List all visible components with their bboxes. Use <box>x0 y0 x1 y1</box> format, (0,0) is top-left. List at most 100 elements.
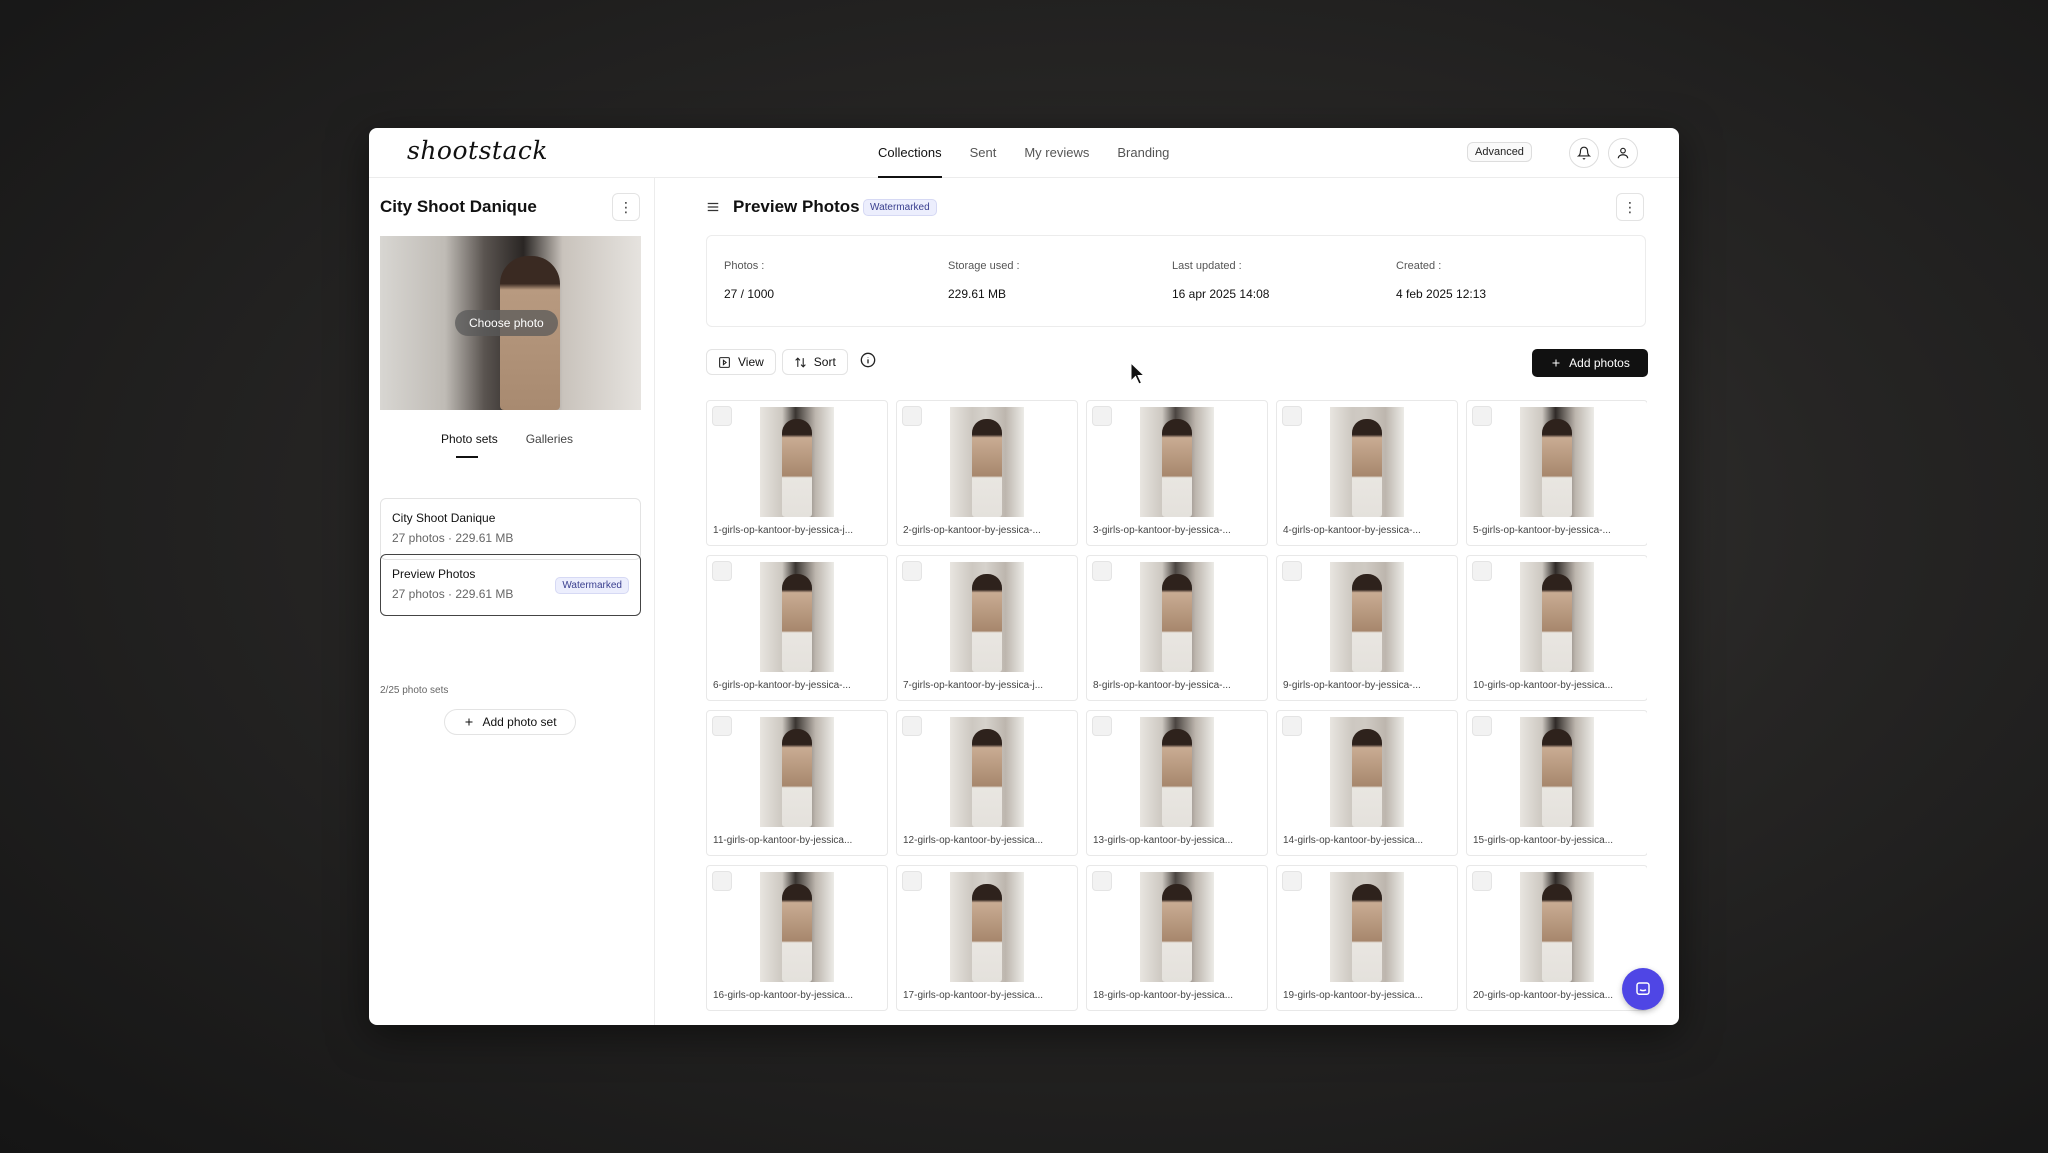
photo-set-item[interactable]: City Shoot Danique 27 photos · 229.61 MB <box>380 498 641 560</box>
photo-tile[interactable]: 7-girls-op-kantoor-by-jessica-j... <box>896 555 1078 701</box>
select-checkbox[interactable] <box>1282 406 1302 426</box>
photo-tile[interactable]: 15-girls-op-kantoor-by-jessica... <box>1466 710 1647 856</box>
logo[interactable]: shootstack <box>407 136 548 165</box>
select-checkbox[interactable] <box>712 871 732 891</box>
photo-tile[interactable]: 16-girls-op-kantoor-by-jessica... <box>706 865 888 1011</box>
plan-badge[interactable]: Advanced <box>1467 142 1532 162</box>
mouse-cursor-icon <box>1130 362 1146 385</box>
photo-thumbnail[interactable] <box>1140 872 1214 982</box>
nav-collections[interactable]: Collections <box>878 128 942 178</box>
select-checkbox[interactable] <box>1092 406 1112 426</box>
photo-tile[interactable]: 11-girls-op-kantoor-by-jessica... <box>706 710 888 856</box>
choose-photo-button[interactable]: Choose photo <box>455 310 558 336</box>
photo-tile[interactable]: 6-girls-op-kantoor-by-jessica-... <box>706 555 888 701</box>
photo-thumbnail[interactable] <box>760 562 834 672</box>
photo-thumbnail[interactable] <box>760 717 834 827</box>
photo-thumbnail[interactable] <box>950 717 1024 827</box>
select-checkbox[interactable] <box>902 871 922 891</box>
photo-thumbnail[interactable] <box>1330 562 1404 672</box>
select-checkbox[interactable] <box>1092 561 1112 581</box>
select-checkbox[interactable] <box>1282 871 1302 891</box>
photo-tile[interactable]: 4-girls-op-kantoor-by-jessica-... <box>1276 400 1458 546</box>
select-checkbox[interactable] <box>1092 716 1112 736</box>
photo-subject <box>782 884 812 982</box>
select-checkbox[interactable] <box>1472 406 1492 426</box>
photo-subject <box>782 419 812 517</box>
photo-tile[interactable]: 13-girls-op-kantoor-by-jessica... <box>1086 710 1268 856</box>
photo-tile[interactable]: 17-girls-op-kantoor-by-jessica... <box>896 865 1078 1011</box>
view-button[interactable]: View <box>706 349 776 375</box>
photo-thumbnail[interactable] <box>1520 717 1594 827</box>
photo-tile[interactable]: 2-girls-op-kantoor-by-jessica-... <box>896 400 1078 546</box>
photo-subject <box>1162 574 1192 672</box>
select-checkbox[interactable] <box>1092 871 1112 891</box>
photo-set-item-active[interactable]: Preview Photos 27 photos · 229.61 MB Wat… <box>380 554 641 616</box>
select-checkbox[interactable] <box>902 561 922 581</box>
photo-thumbnail[interactable] <box>760 872 834 982</box>
photo-tile[interactable]: 10-girls-op-kantoor-by-jessica... <box>1466 555 1647 701</box>
photo-tile[interactable]: 8-girls-op-kantoor-by-jessica-... <box>1086 555 1268 701</box>
nav-sent[interactable]: Sent <box>970 128 997 178</box>
photo-thumbnail[interactable] <box>950 872 1024 982</box>
info-button[interactable] <box>860 352 876 373</box>
photo-thumbnail[interactable] <box>950 562 1024 672</box>
notifications-button[interactable] <box>1569 138 1599 168</box>
photo-filename: 16-girls-op-kantoor-by-jessica... <box>713 990 854 1001</box>
photo-filename: 9-girls-op-kantoor-by-jessica-... <box>1283 680 1421 691</box>
photo-tile[interactable]: 1-girls-op-kantoor-by-jessica-j... <box>706 400 888 546</box>
stat-photos: Photos : 27 / 1000 <box>724 260 774 301</box>
photo-tile[interactable]: 19-girls-op-kantoor-by-jessica... <box>1276 865 1458 1011</box>
tab-galleries[interactable]: Galleries <box>526 432 573 458</box>
watermarked-badge: Watermarked <box>555 577 629 594</box>
select-checkbox[interactable] <box>1472 871 1492 891</box>
select-checkbox[interactable] <box>902 406 922 426</box>
select-checkbox[interactable] <box>712 561 732 581</box>
photo-thumbnail[interactable] <box>1330 407 1404 517</box>
photo-tile[interactable]: 9-girls-op-kantoor-by-jessica-... <box>1276 555 1458 701</box>
photo-thumbnail[interactable] <box>1330 872 1404 982</box>
select-checkbox[interactable] <box>902 716 922 736</box>
photo-set-menu-button[interactable]: ⋮ <box>1616 193 1644 221</box>
photo-thumbnail[interactable] <box>1330 717 1404 827</box>
photo-thumbnail[interactable] <box>950 407 1024 517</box>
photo-tile[interactable]: 14-girls-op-kantoor-by-jessica... <box>1276 710 1458 856</box>
select-checkbox[interactable] <box>1472 716 1492 736</box>
nav-my-reviews[interactable]: My reviews <box>1024 128 1089 178</box>
account-button[interactable] <box>1608 138 1638 168</box>
photo-filename: 12-girls-op-kantoor-by-jessica... <box>903 835 1044 846</box>
stats-panel: Photos : 27 / 1000 Storage used : 229.61… <box>706 235 1646 327</box>
photo-thumbnail[interactable] <box>1520 407 1594 517</box>
menu-icon <box>707 202 719 212</box>
select-checkbox[interactable] <box>1282 561 1302 581</box>
photo-thumbnail[interactable] <box>1520 562 1594 672</box>
select-checkbox[interactable] <box>1472 561 1492 581</box>
nav-branding[interactable]: Branding <box>1117 128 1169 178</box>
photo-filename: 3-girls-op-kantoor-by-jessica-... <box>1093 525 1231 536</box>
photo-tile[interactable]: 5-girls-op-kantoor-by-jessica-... <box>1466 400 1647 546</box>
sort-button[interactable]: Sort <box>781 349 848 375</box>
photo-filename: 14-girls-op-kantoor-by-jessica... <box>1283 835 1424 846</box>
select-checkbox[interactable] <box>1282 716 1302 736</box>
info-icon <box>860 352 876 367</box>
photo-thumbnail[interactable] <box>1140 717 1214 827</box>
photo-tile[interactable]: 12-girls-op-kantoor-by-jessica... <box>896 710 1078 856</box>
sort-label: Sort <box>813 355 836 369</box>
tab-photo-sets[interactable]: Photo sets <box>441 432 498 458</box>
photo-thumbnail[interactable] <box>1520 872 1594 982</box>
toggle-sidebar-button[interactable] <box>706 200 720 219</box>
select-checkbox[interactable] <box>712 716 732 736</box>
collection-menu-button[interactable]: ⋮ <box>612 193 640 221</box>
photo-thumbnail[interactable] <box>1140 407 1214 517</box>
photo-tile[interactable]: 20-girls-op-kantoor-by-jessica... <box>1466 865 1647 1011</box>
photo-tile[interactable]: 18-girls-op-kantoor-by-jessica... <box>1086 865 1268 1011</box>
photo-filename: 8-girls-op-kantoor-by-jessica-... <box>1093 680 1231 691</box>
cover-photo[interactable]: Choose photo <box>380 236 641 410</box>
select-checkbox[interactable] <box>712 406 732 426</box>
add-photos-button[interactable]: Add photos <box>1532 349 1648 377</box>
add-photo-set-button[interactable]: Add photo set <box>444 709 576 735</box>
stat-label: Photos : <box>724 260 765 272</box>
photo-thumbnail[interactable] <box>1140 562 1214 672</box>
photo-tile[interactable]: 3-girls-op-kantoor-by-jessica-... <box>1086 400 1268 546</box>
photo-thumbnail[interactable] <box>760 407 834 517</box>
chat-button[interactable] <box>1622 968 1664 1010</box>
